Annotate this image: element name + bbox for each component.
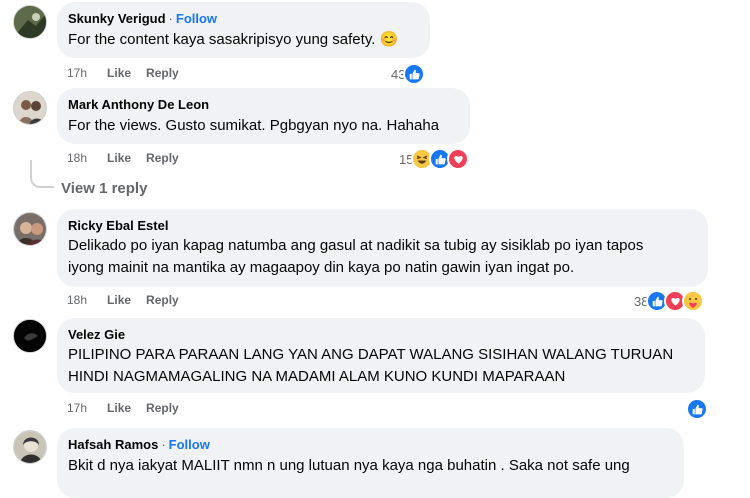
author-name[interactable]: Skunky Verigud [68,11,166,26]
reaction-summary[interactable]: 38 [634,290,705,312]
timestamp[interactable]: 17h [67,66,87,80]
comment-bubble: Hafsah Ramos · Follow Bkit d nya iakyat MA… [57,428,684,498]
follow-button[interactable]: Follow [176,11,217,26]
comment-text-line: HINDI NAGMAMAGALING NA MADAMI ALAM KUNO … [68,368,566,385]
comment-header: Mark Anthony De Leon [68,96,458,113]
reaction-summary[interactable] [686,398,708,420]
comment-actions: 17h Like Reply [67,65,194,81]
comment-actions: 18h Like Reply [67,292,194,308]
comment-header: Ricky Ebal Estel [68,217,696,234]
view-replies-link[interactable]: View 1 reply [61,180,147,197]
comment-bubble: Velez Gie PILIPINO PARA PARAAN LANG YAN … [57,318,705,393]
comment-actions: 17h Like Reply [67,400,194,416]
like-reaction-icon [686,398,708,420]
reply-button[interactable]: Reply [146,401,179,415]
author-name[interactable]: Ricky Ebal Estel [68,218,168,233]
reply-thread-line [30,160,54,188]
separator-dot: · [161,437,166,452]
comment-bubble: Mark Anthony De Leon For the views. Gust… [57,88,470,144]
author-name[interactable]: Velez Gie [68,327,125,342]
follow-button[interactable]: Follow [169,437,210,452]
timestamp[interactable]: 18h [67,151,87,165]
separator-dot: · [168,11,173,26]
comment-bubble: Skunky Verigud · Follow For the content ka… [57,2,430,58]
reply-button[interactable]: Reply [146,151,179,165]
comment-text: For the views. Gusto sumikat. Pgbgyan ny… [68,117,440,134]
like-button[interactable]: Like [107,293,131,307]
avatar[interactable] [13,319,47,353]
comment-text-line: iyong mainit na mantika ay magaapoy din … [68,259,575,276]
comment-header: Skunky Verigud · Follow [68,10,418,27]
comment-bubble: Ricky Ebal Estel Delikado po iyan kapag … [57,209,708,287]
timestamp[interactable]: 18h [67,293,87,307]
reaction-summary[interactable]: 15 [399,148,470,170]
comment-text-line: Delikado po iyan kapag natumba ang gasul… [68,237,644,254]
comment-header: Hafsah Ramos · Follow [68,436,672,453]
avatar[interactable] [13,5,47,39]
author-name[interactable]: Mark Anthony De Leon [68,97,209,112]
care-reaction-icon [682,290,705,312]
reply-button[interactable]: Reply [146,66,179,80]
comment-text: For the content kaya sasakripisyo yung s… [68,31,399,48]
avatar[interactable] [13,212,47,246]
comment-text-line: PILIPINO PARA PARAAN LANG YAN ANG DAPAT … [68,346,674,363]
timestamp[interactable]: 17h [67,401,87,415]
comment-text-line: Bkit d nya iakyat MALIIT nmn n ung lutua… [68,457,630,474]
comment-actions: 18h Like Reply [67,150,194,166]
like-button[interactable]: Like [107,151,131,165]
comment-header: Velez Gie [68,326,693,343]
author-name[interactable]: Hafsah Ramos [68,437,158,452]
like-button[interactable]: Like [107,401,131,415]
like-button[interactable]: Like [107,66,131,80]
love-reaction-icon [447,148,470,170]
avatar[interactable] [13,430,47,464]
like-reaction-icon [403,63,426,85]
reaction-summary[interactable]: 43 [391,63,426,85]
avatar[interactable] [13,91,47,125]
reply-button[interactable]: Reply [146,293,179,307]
